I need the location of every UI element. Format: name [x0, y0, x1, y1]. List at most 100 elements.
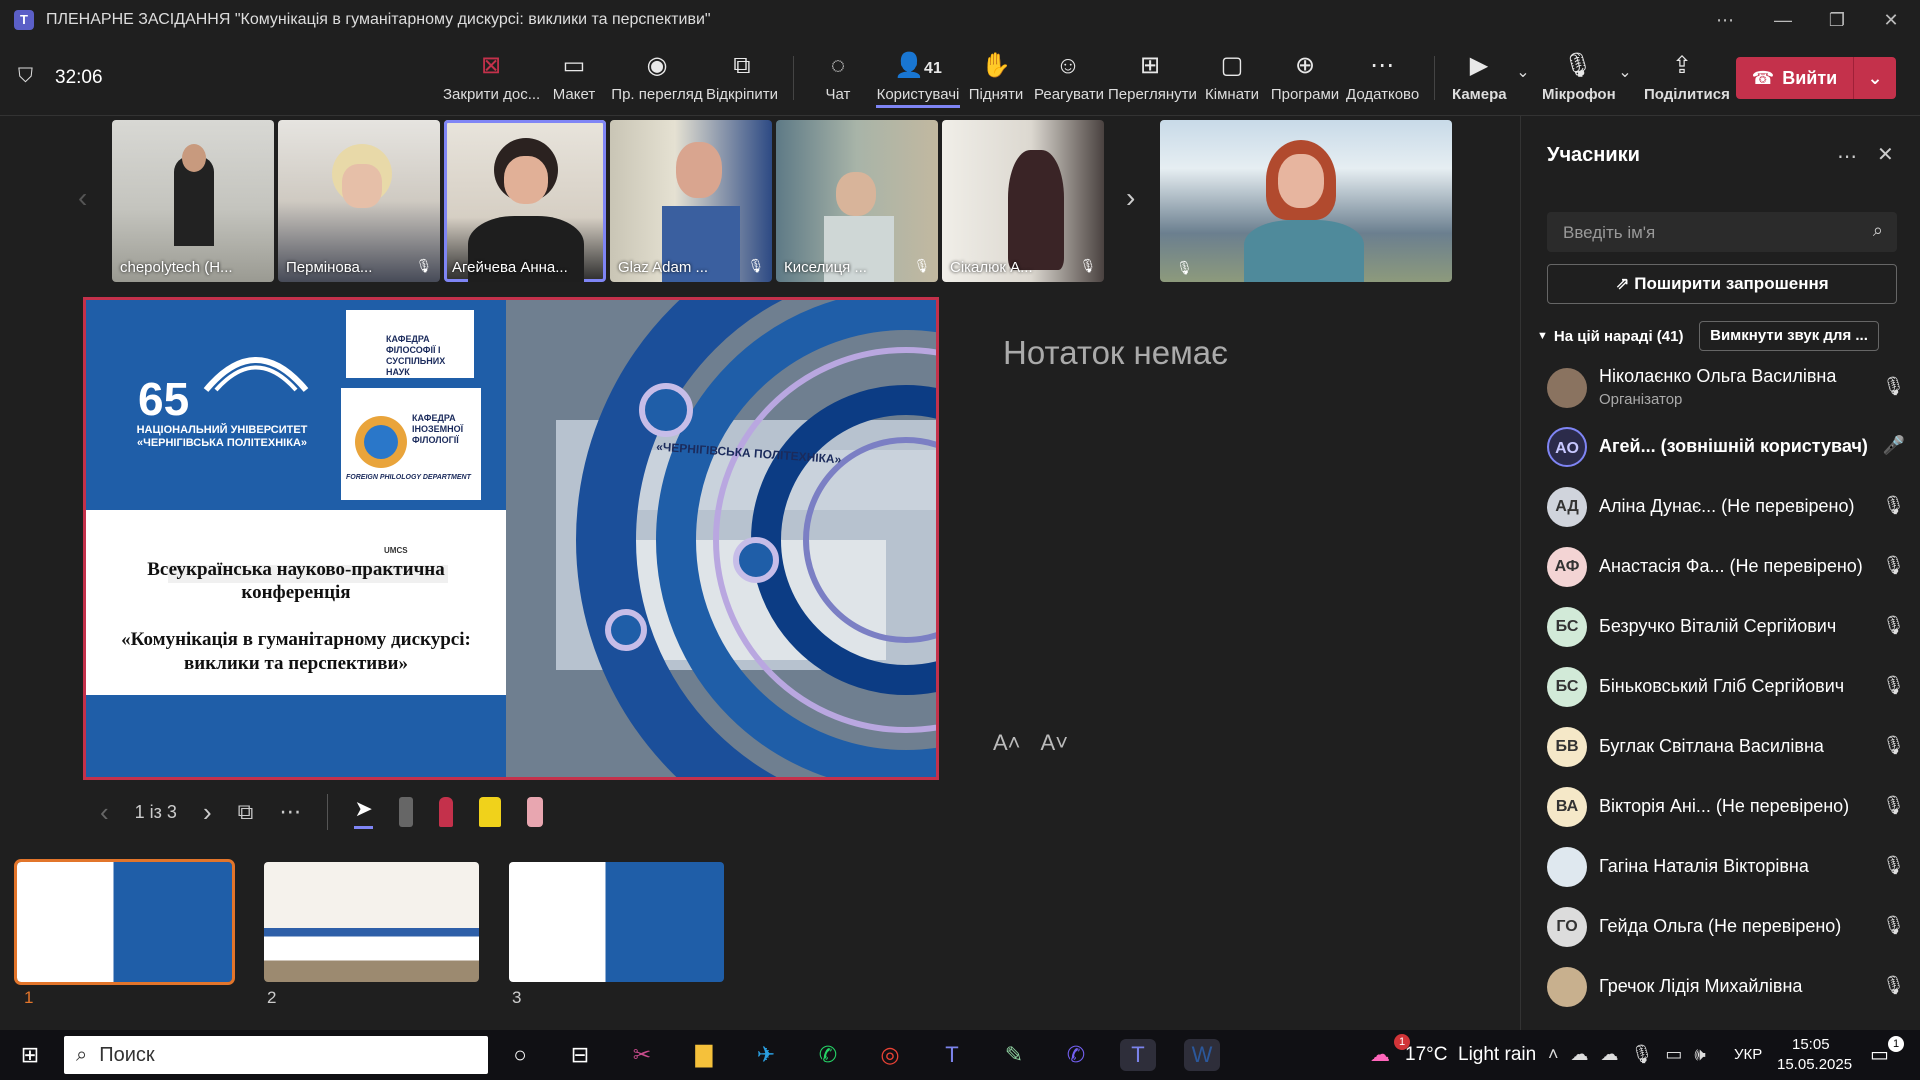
word-icon[interactable]: W: [1184, 1039, 1220, 1071]
participant-row[interactable]: БС Безручко Віталій Сергійович 🎙: [1541, 599, 1911, 655]
participant-row[interactable]: АФ Анастасія Фа... (Не перевірено) 🎙: [1541, 539, 1911, 595]
raise-hand-button[interactable]: ✋ Підняти: [968, 50, 1024, 110]
viber-icon[interactable]: ✆: [1058, 1039, 1094, 1071]
slide-thumbnail-2[interactable]: [264, 862, 479, 982]
decrease-font-button[interactable]: A˅: [1041, 730, 1069, 756]
system-tray-icons[interactable]: ˄☁☁🎙▭🕪: [1548, 1044, 1718, 1065]
video-tile[interactable]: Сікалюк А... 🎙: [942, 120, 1104, 282]
participant-row[interactable]: Гагіна Наталія Вікторівна 🎙: [1541, 839, 1911, 895]
eye-icon: ◉: [646, 52, 668, 79]
mic-button[interactable]: 🎙 Мікрофон: [1542, 50, 1616, 110]
increase-font-button[interactable]: A˄: [993, 730, 1021, 756]
pen-tool-icon[interactable]: [398, 797, 413, 827]
mic-muted-icon[interactable]: 🎙: [1882, 495, 1905, 516]
mic-options-chevron[interactable]: ⌄: [1614, 62, 1636, 122]
participant-row[interactable]: Ніколаєнко Ольга Василівна Організатор 🎙: [1541, 360, 1911, 416]
snipping-tool-icon[interactable]: ✂: [624, 1039, 660, 1071]
chat-button[interactable]: ◌ Чат: [818, 50, 858, 110]
apps-button[interactable]: ⊕ Програми: [1270, 50, 1340, 110]
participant-row[interactable]: БС Біньковський Гліб Сергійович 🎙: [1541, 659, 1911, 715]
camera-options-chevron[interactable]: ⌄: [1512, 62, 1534, 122]
telegram-icon[interactable]: ✈: [748, 1039, 784, 1071]
popout-button[interactable]: ⧉ Відкріпити: [704, 50, 780, 110]
mute-all-button[interactable]: Вимкнути звук для ...: [1699, 321, 1879, 351]
next-slide-button[interactable]: ›: [203, 797, 212, 828]
mic-muted-icon[interactable]: 🎙: [1882, 975, 1905, 996]
share-invite-button[interactable]: ⇗ Поширити запрошення: [1547, 264, 1897, 304]
search-participants-input[interactable]: Введіть ім'я ⌕: [1547, 212, 1897, 252]
more-options-icon[interactable]: ⋯: [1837, 144, 1857, 169]
input-language[interactable]: УКР: [1734, 1046, 1762, 1063]
grid-icon: ⊞: [1139, 52, 1161, 79]
video-tile[interactable]: Glaz Adam ... 🎙: [610, 120, 772, 282]
mic-muted-icon[interactable]: 🎙: [1882, 615, 1905, 636]
task-view-icon[interactable]: ○: [502, 1039, 538, 1071]
chrome-icon[interactable]: ◎: [872, 1039, 908, 1071]
view-button[interactable]: ⊞ Переглянути: [1108, 50, 1197, 110]
grid-view-icon[interactable]: ⧉: [238, 799, 254, 825]
participant-row[interactable]: БВ Буглак Світлана Василівна 🎙: [1541, 719, 1911, 775]
widgets-icon[interactable]: ⊟: [562, 1039, 598, 1071]
close-icon[interactable]: ✕: [1877, 142, 1894, 167]
participant-row[interactable]: ВА Вікторія Ані... (Не перевірено) 🎙: [1541, 779, 1911, 835]
whatsapp-icon[interactable]: ✆: [810, 1039, 846, 1071]
share-button[interactable]: ⇪ Поділитися: [1644, 50, 1730, 110]
layout-button[interactable]: ▭ Макет: [550, 50, 598, 110]
mic-muted-icon[interactable]: 🎙: [1882, 795, 1905, 816]
taskbar: ⊞ ⌕ Поиск ○ ⊟ ✂ ▇ ✈ ✆ ◎ T ✎ ✆ T W ☁ 1 17°…: [0, 1030, 1920, 1080]
leave-options-chevron[interactable]: ⌄: [1854, 68, 1896, 89]
tile-name: Киселиця ...: [784, 259, 867, 276]
participant-name: Гречок Лідія Михайлівна: [1599, 976, 1803, 996]
mic-muted-icon[interactable]: 🎙: [1882, 555, 1905, 576]
chevron-right-icon[interactable]: ›: [1126, 182, 1135, 214]
eraser-icon[interactable]: [526, 797, 543, 827]
presenter-view-button[interactable]: ◉ Пр. перегляд: [611, 50, 703, 110]
weather-text[interactable]: 17°C Light rain: [1405, 1044, 1536, 1066]
file-explorer-icon[interactable]: ▇: [686, 1039, 722, 1071]
more-options-icon[interactable]: ⋯: [279, 799, 301, 825]
participant-row[interactable]: Гречок Лідія Михайлівна 🎙: [1541, 959, 1911, 1015]
react-button[interactable]: ☺ Реагувати: [1034, 50, 1104, 110]
paint-icon[interactable]: ✎: [996, 1039, 1032, 1071]
red-pen-icon[interactable]: [438, 797, 453, 827]
teams-app-icon[interactable]: T: [934, 1039, 970, 1071]
maximize-button[interactable]: ❐: [1812, 0, 1862, 40]
close-window-button[interactable]: ✕: [1866, 0, 1916, 40]
notifications-icon[interactable]: ▭: [1870, 1042, 1889, 1067]
windows-start-icon[interactable]: ⊞: [12, 1039, 48, 1071]
self-video-tile[interactable]: 🎙: [1160, 120, 1452, 282]
slide-thumbnail-3[interactable]: [509, 862, 724, 982]
mic-muted-icon[interactable]: 🎙: [1882, 855, 1905, 876]
minimize-button[interactable]: —: [1758, 0, 1808, 40]
mic-muted-icon[interactable]: 🎙: [1882, 915, 1905, 936]
mic-muted-icon: 🎙: [913, 258, 930, 273]
participant-row[interactable]: ГО Гейда Ольга (Не перевірено) 🎙: [1541, 899, 1911, 955]
more-button[interactable]: ⋯ Додатково: [1346, 50, 1419, 110]
slide-thumbnail-1[interactable]: [14, 859, 235, 985]
camera-icon: ▶: [1469, 52, 1489, 79]
mic-muted-icon[interactable]: 🎙: [1882, 735, 1905, 756]
camera-button[interactable]: ▶ Камера: [1452, 50, 1507, 110]
participant-row[interactable]: АО Агей... (зовнішній користувач) 🎤: [1541, 419, 1911, 475]
mic-muted-icon[interactable]: 🎙: [1882, 376, 1905, 397]
close-share-button[interactable]: ⊠ Закрити дос...: [443, 50, 540, 110]
highlighter-icon[interactable]: [478, 797, 501, 827]
video-tile[interactable]: Киселиця ... 🎙: [776, 120, 938, 282]
more-options-icon[interactable]: ⋯: [1700, 0, 1750, 40]
leave-button[interactable]: ☎ Вийти ⌄: [1736, 57, 1896, 99]
prev-slide-button[interactable]: ‹: [100, 797, 109, 828]
participant-row[interactable]: АД Аліна Дунає... (Не перевірено) 🎙: [1541, 479, 1911, 535]
video-tile[interactable]: Агейчева Анна...: [444, 120, 606, 282]
rooms-button[interactable]: ▢ Кімнати: [1204, 50, 1260, 110]
mic-on-icon[interactable]: 🎤: [1883, 435, 1905, 456]
chevron-left-icon[interactable]: ‹: [78, 182, 87, 214]
taskbar-search-box[interactable]: ⌕ Поиск: [64, 1036, 488, 1074]
video-tile[interactable]: chepolytech (Н...: [112, 120, 274, 282]
teams-active-icon[interactable]: T: [1120, 1039, 1156, 1071]
pointer-tool-icon[interactable]: ➤: [354, 796, 373, 829]
people-button[interactable]: 👤41 Користувачі: [876, 50, 960, 110]
slide-graphic: [86, 300, 936, 777]
share-icon: ⇗: [1615, 274, 1635, 293]
video-tile[interactable]: Пермінова... 🎙: [278, 120, 440, 282]
mic-muted-icon[interactable]: 🎙: [1882, 675, 1905, 696]
